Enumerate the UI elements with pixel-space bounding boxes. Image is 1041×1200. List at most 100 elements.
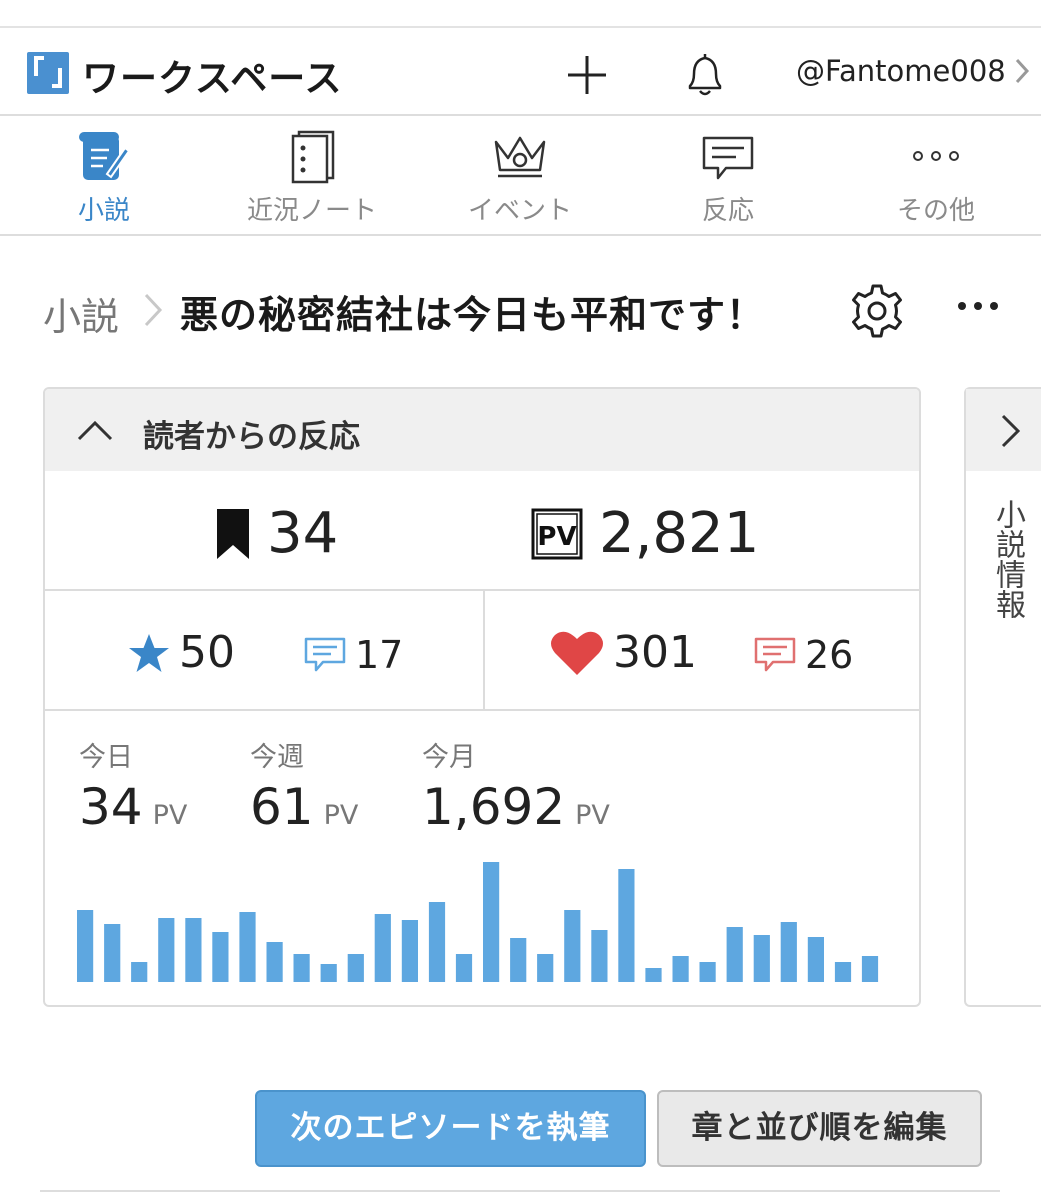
pv-bar: [537, 954, 554, 982]
dots-icon: [913, 151, 959, 161]
star-count: 50: [127, 627, 235, 678]
bookmark-icon: [217, 508, 249, 559]
more-options-button[interactable]: [954, 294, 1002, 318]
pv-bar: [212, 932, 229, 982]
pv-bar: [185, 918, 202, 982]
bottom-divider: [40, 1190, 1000, 1192]
pv-unit: PV: [575, 800, 610, 831]
pv-icon: PV: [531, 508, 583, 559]
tab-label: 反応: [701, 196, 754, 226]
pv-bar: [293, 954, 310, 982]
user-account-link[interactable]: @Fantome008: [796, 54, 1030, 88]
pv-bar: [401, 920, 418, 982]
bell-icon: [688, 54, 722, 96]
tab-label: 近況ノート: [246, 196, 377, 226]
comment-icon: [304, 637, 346, 672]
chevron-up-icon[interactable]: [75, 415, 115, 445]
tab-label: その他: [896, 196, 975, 226]
scroll-pen-icon: [79, 132, 131, 180]
pv-week-label: 今週: [250, 742, 304, 773]
pv-bar: [347, 954, 364, 982]
pv-bar: [780, 922, 797, 982]
pv-bar: [510, 938, 527, 982]
add-button[interactable]: [564, 52, 610, 98]
reader-reactions-card: 読者からの反応 34 PV 2,821 50 17 301 26 今日 34 P…: [43, 387, 921, 1007]
chevron-right-icon: [1015, 58, 1029, 84]
chevron-right-icon: [1001, 414, 1021, 448]
star-value: 50: [179, 627, 235, 678]
svg-text:PV: PV: [537, 522, 576, 552]
notifications-button[interactable]: [682, 50, 728, 100]
star-icon: [129, 633, 169, 672]
bookmark-value: 34: [267, 501, 339, 566]
pv-bar: [320, 964, 337, 982]
pv-bar: [266, 942, 283, 982]
breadcrumb-novels-link[interactable]: 小説: [43, 286, 119, 341]
review-comment-count: 17: [303, 633, 403, 677]
page-title: 悪の秘密結社は今日も平和です！: [180, 293, 766, 337]
pv-bar: [618, 869, 635, 982]
plus-icon: [568, 56, 606, 94]
comment-icon: [754, 637, 796, 672]
tab-activity-notes[interactable]: 近況ノート: [208, 118, 416, 234]
pv-bar: [672, 956, 689, 982]
tab-reactions[interactable]: 反応: [624, 118, 832, 234]
daily-pv-chart: [77, 862, 879, 982]
pv-bar: [726, 927, 743, 982]
pv-bar: [104, 924, 121, 982]
bookmark-count: 34: [215, 501, 338, 566]
cheer-comment-count: 26: [753, 633, 853, 677]
pv-month-value: 1,692: [422, 778, 566, 836]
pv-bar: [428, 902, 446, 982]
pv-bar: [374, 914, 391, 982]
pv-bar: [834, 962, 852, 982]
pv-total-value: 2,821: [599, 501, 760, 566]
write-next-episode-button[interactable]: 次のエピソードを執筆: [255, 1090, 646, 1167]
crown-icon: [494, 136, 546, 178]
pv-bar: [645, 968, 662, 982]
pv-bar: [239, 912, 256, 982]
card-header[interactable]: 読者からの反応: [45, 389, 919, 471]
pv-today: 今日 34 PV: [79, 735, 187, 836]
card-title: 読者からの反応: [143, 419, 360, 455]
pv-bar: [564, 910, 581, 982]
novel-info-header[interactable]: [966, 389, 1041, 471]
pv-bar: [77, 910, 94, 982]
novel-info-panel[interactable]: 小説情報: [964, 387, 1041, 1007]
cheer-comment-value: 26: [805, 633, 854, 677]
tab-label: 小説: [77, 196, 130, 226]
pv-week: 今週 61 PV: [250, 735, 358, 836]
heart-icon: [551, 631, 603, 675]
comment-icon: [702, 136, 754, 180]
pv-unit: PV: [152, 800, 188, 831]
pv-week-value: 61: [250, 778, 314, 836]
pv-today-value: 34: [79, 778, 143, 836]
gear-icon: [852, 284, 902, 338]
tab-others[interactable]: その他: [832, 118, 1040, 234]
pv-month-label: 今月: [422, 742, 476, 773]
pv-bar: [591, 930, 608, 982]
tab-label: イベント: [467, 196, 572, 226]
app-header: ワークスペース @Fantome008: [0, 28, 1041, 116]
chevron-right-icon: [144, 293, 163, 327]
edit-chapters-order-button[interactable]: 章と並び順を編集: [657, 1090, 982, 1167]
pv-bar: [455, 954, 473, 982]
pv-bar: [861, 956, 879, 982]
settings-button[interactable]: [848, 282, 906, 340]
pv-today-label: 今日: [79, 742, 133, 773]
pv-bar: [158, 918, 175, 982]
main-tabs: 小説 近況ノート イベント 反応 その他: [0, 118, 1041, 236]
tab-novel[interactable]: 小説: [0, 118, 208, 234]
row-divider: [483, 591, 485, 711]
username: @Fantome008: [796, 54, 1006, 88]
ellipsis-icon: [958, 302, 998, 310]
pv-month: 今月 1,692 PV: [422, 735, 610, 836]
app-title[interactable]: ワークスペース: [82, 48, 342, 102]
app-logo[interactable]: [27, 52, 69, 94]
heart-count: 301: [549, 627, 697, 678]
tab-events[interactable]: イベント: [416, 118, 624, 234]
pv-total: PV 2,821: [531, 501, 759, 566]
novel-info-label: 小説情報: [990, 499, 1025, 619]
pv-bar: [699, 962, 716, 982]
pv-bar: [753, 935, 770, 982]
